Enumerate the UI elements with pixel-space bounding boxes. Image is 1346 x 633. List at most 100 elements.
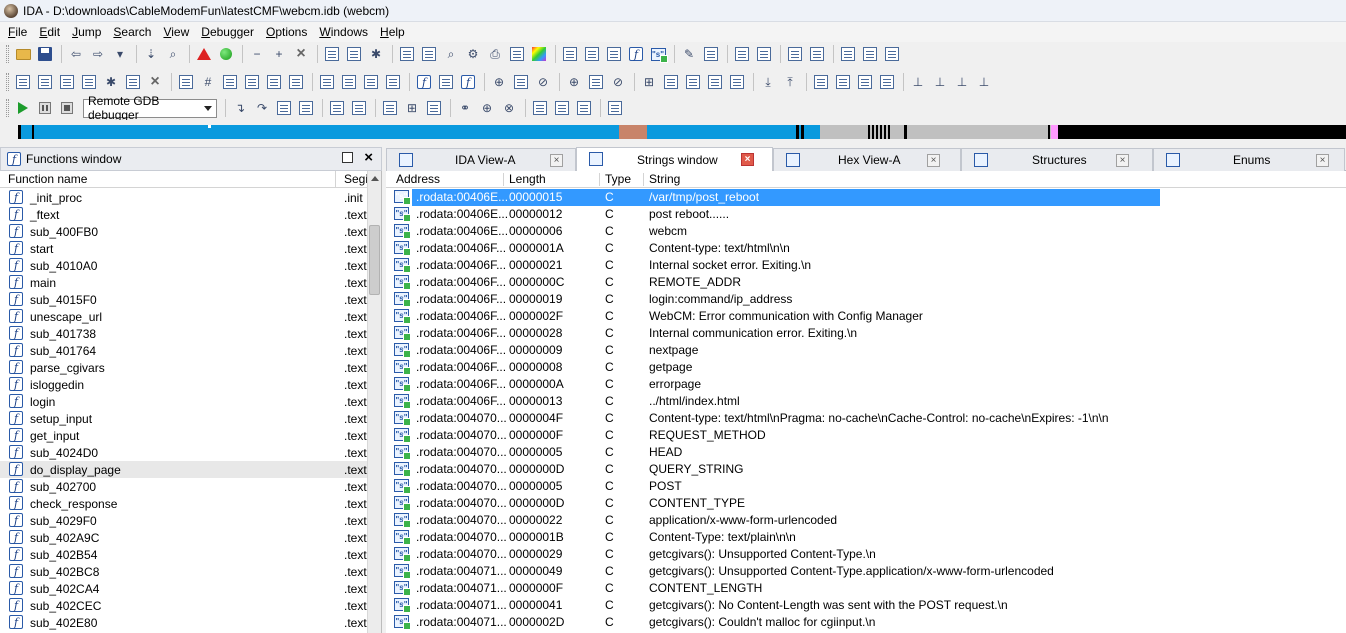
function-row[interactable]: f sub_402BC8 .text [0, 563, 368, 580]
column-type[interactable]: Type [605, 171, 631, 188]
menu-view[interactable]: View [157, 22, 195, 42]
string-row[interactable]: "s" .rodata:00406E... 00000012 Cpost reboot… [386, 206, 1346, 223]
string-row[interactable]: "s" .rodata:00406E... 00000015 C/var/tmp/po… [386, 189, 1346, 206]
column-length[interactable]: Length [509, 171, 546, 188]
exports-button[interactable] [604, 44, 624, 64]
string-row[interactable]: "s" .rodata:00406F... 0000001A C Content-typ… [386, 240, 1346, 257]
problems-button[interactable] [194, 44, 214, 64]
trace-edit-button[interactable] [586, 72, 606, 92]
tab-structures[interactable]: Structures × [961, 148, 1153, 171]
column-address[interactable]: Address [396, 171, 440, 188]
string-row[interactable]: "s" .rodata:00406F... 00000019 Clogin:comma… [386, 291, 1346, 308]
toolbar-grip[interactable] [6, 45, 9, 63]
menu-jump[interactable]: Jump [66, 22, 107, 42]
function-row[interactable]: f do_display_page .text [0, 461, 368, 478]
hier-button-3[interactable]: ⊥ [952, 72, 972, 92]
char-button[interactable] [242, 72, 262, 92]
string-row[interactable]: "s" .rodata:004070... 00000029 Cgetcgivars(… [386, 546, 1346, 563]
start-debugger-button[interactable] [13, 98, 33, 118]
column-function-name[interactable]: Function name [0, 171, 336, 187]
function-row[interactable]: f setup_input .text [0, 410, 368, 427]
windows-button-1[interactable] [838, 44, 858, 64]
function-row[interactable]: f get_input .text [0, 427, 368, 444]
structures-button[interactable] [732, 44, 752, 64]
debug-view-2-button[interactable] [349, 98, 369, 118]
function-row[interactable]: f _ftext .text [0, 206, 368, 223]
signatures-button[interactable] [807, 44, 827, 64]
string-row[interactable]: "s" .rodata:00406F... 0000000A Cerrorpage [386, 376, 1346, 393]
breakpoint-edit-button[interactable] [511, 72, 531, 92]
msg-button-1[interactable] [811, 72, 831, 92]
up-button[interactable]: ⤒ [780, 72, 800, 92]
disasm-view-button[interactable] [560, 44, 580, 64]
string-row[interactable]: "s" .rodata:00406F... 00000021 C Internal so… [386, 257, 1346, 274]
enum-member-button[interactable] [286, 72, 306, 92]
string-row[interactable]: "s" .rodata:004071... 0000000F C CONTENT_LEN… [386, 580, 1346, 597]
tree-button-4[interactable] [705, 72, 725, 92]
print-button[interactable]: ⎙ [485, 44, 505, 64]
repeat-comment-button[interactable] [339, 72, 359, 92]
hier-button-2[interactable]: ⊥ [930, 72, 950, 92]
number-button[interactable]: # [198, 72, 218, 92]
column-string[interactable]: String [649, 171, 680, 188]
add-watch-button[interactable]: ⊕ [477, 98, 497, 118]
string-row[interactable]: "s" .rodata:004071... 00000041 Cgetcgivars(… [386, 597, 1346, 614]
tab-hex-view-a[interactable]: Hex View-A × [773, 148, 961, 171]
pause-debugger-button[interactable] [35, 98, 55, 118]
string-row[interactable]: "s" .rodata:004070... 0000000D C CONTENT_TYP… [386, 495, 1346, 512]
close-icon[interactable]: × [1316, 154, 1329, 167]
analysis-indicator-button[interactable] [216, 44, 236, 64]
hier-button-1[interactable]: ⊥ [908, 72, 928, 92]
function-row[interactable]: f sub_401764 .text [0, 342, 368, 359]
function-row[interactable]: f parse_cgivars .text [0, 359, 368, 376]
function-row[interactable]: f login .text [0, 393, 368, 410]
nav-back-button[interactable]: ⇦ [66, 44, 86, 64]
strings-button[interactable]: "s" [648, 44, 668, 64]
comment-button[interactable] [317, 72, 337, 92]
function-row[interactable]: f sub_402A9C .text [0, 529, 368, 546]
operand-type-button[interactable] [176, 72, 196, 92]
save-button[interactable] [35, 44, 55, 64]
string-row[interactable]: "s" .rodata:00406F... 00000013 C ../html/ind… [386, 393, 1346, 410]
create-function-button[interactable] [123, 72, 143, 92]
scrollbar-thumb[interactable] [369, 225, 380, 295]
function-row[interactable]: f sub_402E80 .text [0, 614, 368, 631]
string-row[interactable]: "s" .rodata:004070... 0000001B C Content-Typ… [386, 529, 1346, 546]
down-button[interactable]: ⤓ [758, 72, 778, 92]
graph-view-button[interactable] [322, 44, 342, 64]
menu-edit[interactable]: Edit [33, 22, 66, 42]
view-button-3[interactable]: ⌕ [441, 44, 461, 64]
msg-button-3[interactable] [855, 72, 875, 92]
script-button[interactable] [701, 44, 721, 64]
make-unknown-button[interactable]: ✱ [101, 72, 121, 92]
function-row[interactable]: f sub_401738 .text [0, 325, 368, 342]
function-row[interactable]: f sub_402CEC .text [0, 597, 368, 614]
string-row[interactable]: "s" .rodata:00406F... 0000000C C REMOTE_ADDR [386, 274, 1346, 291]
make-code-button[interactable] [13, 72, 33, 92]
windows-button-3[interactable] [882, 44, 902, 64]
nav-forward-button[interactable]: ⇨ [88, 44, 108, 64]
column-segment[interactable]: Segi [336, 171, 368, 187]
palette-button[interactable] [529, 44, 549, 64]
menu-windows[interactable]: Windows [313, 22, 374, 42]
windows-button-2[interactable] [860, 44, 880, 64]
function-button[interactable]: f [414, 72, 434, 92]
undefine-button[interactable]: × [291, 44, 311, 64]
close-icon[interactable]: × [927, 154, 940, 167]
toolbar-grip[interactable] [6, 99, 9, 117]
trace-clear-button[interactable] [574, 98, 594, 118]
function-row[interactable]: f sub_4010A0 .text [0, 257, 368, 274]
open-file-button[interactable] [13, 44, 33, 64]
breakpoint-list-button[interactable] [380, 98, 400, 118]
graph-flow-button[interactable] [383, 72, 403, 92]
function-row[interactable]: f sub_402CA4 .text [0, 580, 368, 597]
watch-button[interactable]: ⚭ [455, 98, 475, 118]
menu-options[interactable]: Options [260, 22, 313, 42]
function-row[interactable]: f sub_4029F0 .text [0, 512, 368, 529]
xrefs-button[interactable] [361, 72, 381, 92]
menu-search[interactable]: Search [107, 22, 157, 42]
hex-view-button[interactable] [582, 44, 602, 64]
threads-button[interactable]: ⊞ [402, 98, 422, 118]
tree-button-5[interactable] [727, 72, 747, 92]
function-row[interactable]: f sub_402B54 .text [0, 546, 368, 563]
